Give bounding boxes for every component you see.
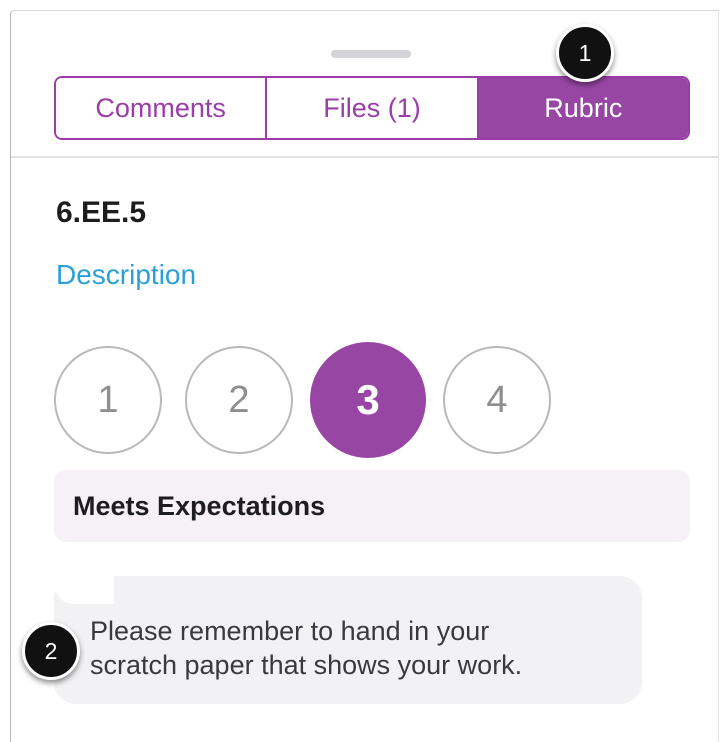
- rubric-comment-bubble[interactable]: Please remember to hand in your scratch …: [54, 576, 642, 704]
- rating-option-2[interactable]: 2: [185, 346, 293, 454]
- tab-files[interactable]: Files (1): [265, 78, 477, 138]
- comment-line-2: scratch paper that shows your work.: [90, 650, 523, 680]
- rating-option-1[interactable]: 1: [54, 346, 162, 454]
- selected-rating-description: Meets Expectations: [54, 470, 690, 542]
- drawer-drag-handle[interactable]: [331, 50, 411, 58]
- callout-badge-2: 2: [22, 622, 80, 680]
- rating-option-4[interactable]: 4: [443, 346, 551, 454]
- rating-option-3-selected[interactable]: 3: [310, 342, 426, 458]
- tab-comments[interactable]: Comments: [56, 78, 266, 138]
- rating-options: 1 2 3 4: [54, 342, 574, 458]
- drawer-tab-bar: Comments Files (1) Rubric: [54, 76, 690, 140]
- tab-rubric[interactable]: Rubric: [476, 78, 688, 138]
- criterion-title: 6.EE.5: [56, 196, 147, 229]
- comment-line-1: Please remember to hand in your: [90, 616, 490, 646]
- screen: Comments Files (1) Rubric 1 6.EE.5 Descr…: [0, 0, 723, 742]
- comment-bubble-notch: [54, 576, 114, 604]
- description-link[interactable]: Description: [56, 259, 196, 291]
- tab-bar-divider: [11, 156, 718, 158]
- callout-badge-1: 1: [556, 24, 614, 82]
